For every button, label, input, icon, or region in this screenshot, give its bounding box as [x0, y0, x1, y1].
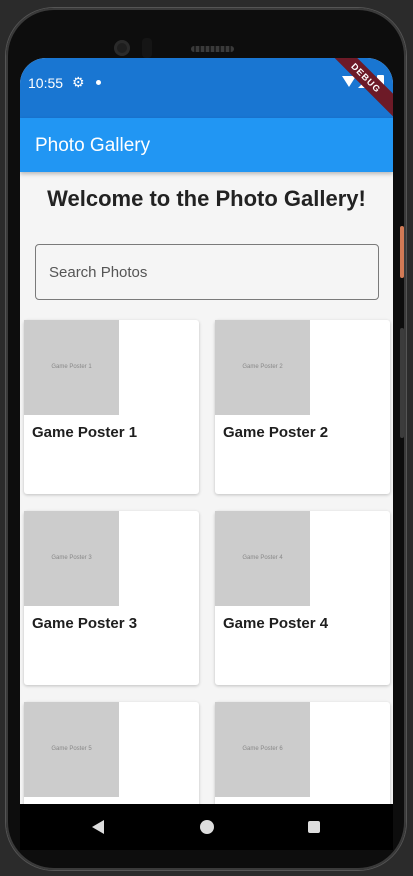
- photo-placeholder-image: Game Poster 6: [215, 702, 310, 797]
- photo-card[interactable]: Game Poster 4 Game Poster 4: [215, 511, 390, 685]
- recent-apps-icon[interactable]: [308, 821, 320, 833]
- volume-button[interactable]: [400, 226, 404, 278]
- sensor-icon: [142, 38, 152, 58]
- photo-title: Game Poster 1: [32, 424, 138, 441]
- speaker-grille: [191, 46, 234, 52]
- photo-card[interactable]: Game Poster 1 Game Poster 1: [24, 320, 199, 494]
- photo-card[interactable]: Game Poster 2 Game Poster 2: [215, 320, 390, 494]
- photo-title: Game Poster 4: [223, 615, 329, 632]
- photo-card[interactable]: Game Poster 6: [215, 702, 390, 804]
- photo-grid: Game Poster 1 Game Poster 1 Game Poster …: [20, 58, 393, 804]
- photo-title: Game Poster 3: [32, 615, 138, 632]
- photo-placeholder-image: Game Poster 3: [24, 511, 119, 606]
- photo-card[interactable]: Game Poster 3 Game Poster 3: [24, 511, 199, 685]
- front-camera-icon: [114, 40, 130, 56]
- photo-placeholder-image: Game Poster 2: [215, 320, 310, 415]
- power-button[interactable]: [400, 328, 404, 438]
- back-icon[interactable]: [92, 820, 104, 834]
- photo-placeholder-image: Game Poster 1: [24, 320, 119, 415]
- app-screen: 10:55 ⚙ DEBUG Photo Gallery Welcome to t…: [20, 58, 393, 804]
- photo-placeholder-image: Game Poster 5: [24, 702, 119, 797]
- photo-title: Game Poster 2: [223, 424, 329, 441]
- home-icon[interactable]: [200, 820, 214, 834]
- photo-placeholder-image: Game Poster 4: [215, 511, 310, 606]
- photo-card[interactable]: Game Poster 5: [24, 702, 199, 804]
- system-nav-bar: [20, 804, 393, 850]
